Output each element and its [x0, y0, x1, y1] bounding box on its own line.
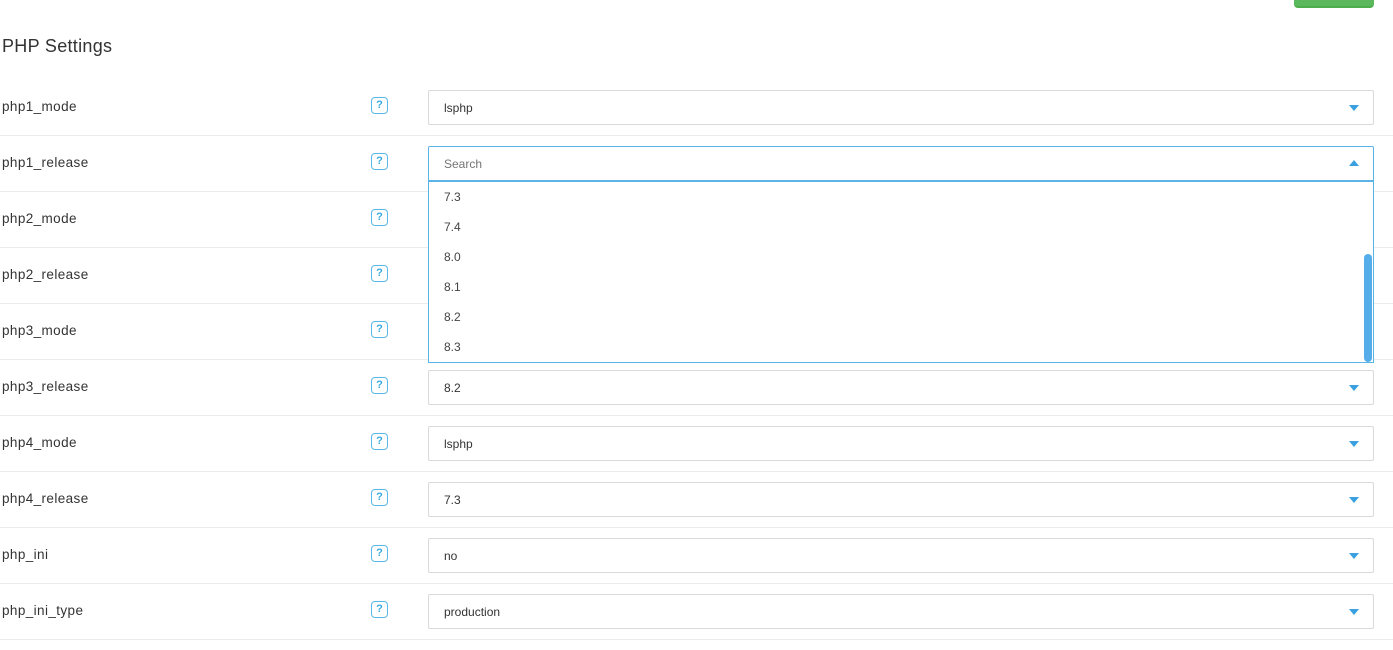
chevron-up-icon [1349, 160, 1359, 166]
help-icon[interactable]: ? [371, 321, 388, 338]
php4-release-select[interactable]: 7.3 [428, 482, 1374, 517]
select-value: 8.2 [444, 381, 461, 395]
php3-release-select[interactable]: 8.2 [428, 370, 1374, 405]
php-ini-select[interactable]: no [428, 538, 1374, 573]
php4-mode-select[interactable]: lsphp [428, 426, 1374, 461]
setting-label: php4_release [2, 491, 89, 506]
help-icon[interactable]: ? [371, 545, 388, 562]
dropdown-option[interactable]: 7.3 [429, 182, 1359, 212]
php-ini-type-select[interactable]: production [428, 594, 1374, 629]
setting-row-php4-mode: php4_mode ? lsphp [0, 416, 1393, 472]
setting-row-php-ini-type: php_ini_type ? production [0, 584, 1393, 640]
help-icon[interactable]: ? [371, 601, 388, 618]
setting-label: php_ini [2, 547, 49, 562]
setting-row-php1-mode: php1_mode ? lsphp [0, 80, 1393, 136]
chevron-down-icon [1349, 385, 1359, 391]
help-icon[interactable]: ? [371, 209, 388, 226]
setting-label: php1_release [2, 155, 89, 170]
setting-label: php1_mode [2, 99, 77, 114]
php1-release-select[interactable] [428, 146, 1374, 181]
php1-mode-select[interactable]: lsphp [428, 90, 1374, 125]
setting-label: php3_release [2, 379, 89, 394]
dropdown-option[interactable]: 8.3 [429, 332, 1359, 362]
setting-label: php2_mode [2, 211, 77, 226]
select-value: no [444, 549, 458, 563]
select-value: lsphp [444, 101, 473, 115]
setting-row-php3-release: php3_release ? 8.2 [0, 360, 1393, 416]
setting-label: php_ini_type [2, 603, 84, 618]
chevron-down-icon [1349, 553, 1359, 559]
setting-label: php3_mode [2, 323, 77, 338]
setting-label: php4_mode [2, 435, 77, 450]
search-input[interactable] [444, 157, 1304, 171]
chevron-down-icon [1349, 105, 1359, 111]
help-icon[interactable]: ? [371, 489, 388, 506]
chevron-down-icon [1349, 441, 1359, 447]
help-icon[interactable]: ? [371, 433, 388, 450]
help-icon[interactable]: ? [371, 97, 388, 114]
dropdown-option[interactable]: 8.2 [429, 302, 1359, 332]
setting-label: php2_release [2, 267, 89, 282]
help-icon[interactable]: ? [371, 265, 388, 282]
chevron-down-icon [1349, 609, 1359, 615]
save-button[interactable] [1294, 0, 1374, 8]
select-value: 7.3 [444, 493, 461, 507]
dropdown-options: 7.3 7.4 8.0 8.1 8.2 8.3 [429, 182, 1359, 362]
dropdown-option[interactable]: 7.4 [429, 212, 1359, 242]
page-title: PHP Settings [2, 36, 113, 56]
dropdown-option[interactable]: 8.0 [429, 242, 1359, 272]
php1-release-dropdown: 7.3 7.4 8.0 8.1 8.2 8.3 [428, 181, 1374, 363]
help-icon[interactable]: ? [371, 153, 388, 170]
help-icon[interactable]: ? [371, 377, 388, 394]
setting-row-php4-release: php4_release ? 7.3 [0, 472, 1393, 528]
select-value: lsphp [444, 437, 473, 451]
dropdown-option[interactable]: 8.1 [429, 272, 1359, 302]
dropdown-scrollbar[interactable] [1364, 254, 1372, 362]
setting-row-php-ini: php_ini ? no [0, 528, 1393, 584]
chevron-down-icon [1349, 497, 1359, 503]
select-value: production [444, 605, 501, 619]
